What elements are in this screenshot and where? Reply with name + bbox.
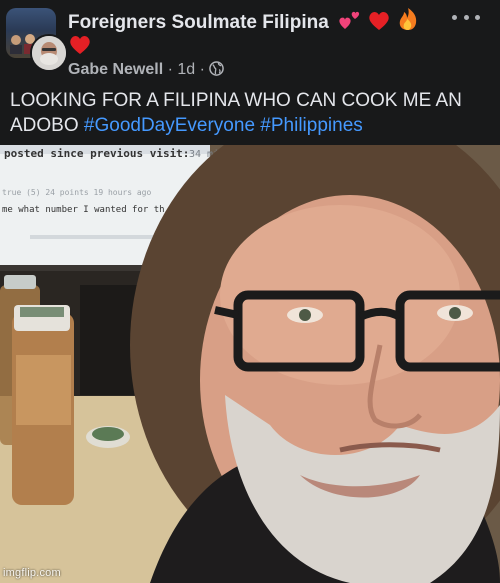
post-photo[interactable]: posted since previous visit: 34 min true… (0, 145, 500, 583)
dot (452, 14, 457, 20)
imgflip-watermark: imgflip.com (3, 567, 61, 579)
red-heart-emoji (369, 12, 390, 30)
group-name-link[interactable]: Foreigners Soulmate Filipina (68, 7, 438, 39)
meta-separator: · (199, 61, 205, 78)
hashtag-link[interactable]: #Philippines (260, 115, 362, 136)
hashtag-link[interactable]: #GoodDayEveryone (84, 115, 255, 136)
group-name[interactable]: Foreigners Soulmate Filipina (68, 12, 329, 33)
post-avatars (6, 8, 68, 72)
post-body: LOOKING FOR A FILIPINA WHO CAN COOK ME A… (10, 88, 490, 138)
fire-emoji (399, 8, 416, 30)
dot (475, 14, 480, 20)
meta-separator: · (167, 61, 173, 78)
screen-text-line3: me what number I wanted for th (2, 205, 165, 215)
post-time[interactable]: 1d (177, 61, 195, 78)
screen-text-line1: posted since previous visit: (4, 147, 189, 160)
screen-text-line2: true (5) 24 points 19 hours ago (2, 188, 151, 197)
more-options-button[interactable] (452, 6, 480, 28)
globe-icon (209, 61, 225, 76)
post-meta: Gabe Newell · 1d · (68, 60, 225, 80)
group-name-emojis (338, 7, 419, 39)
author-name[interactable]: Gabe Newell (68, 61, 163, 78)
author-avatar[interactable] (30, 34, 68, 72)
red-heart-emoji (70, 36, 90, 54)
revolving-hearts-emoji (339, 11, 360, 29)
post-header: Foreigners Soulmate Filipina Gabe Newell… (0, 0, 500, 88)
dot (463, 14, 469, 20)
